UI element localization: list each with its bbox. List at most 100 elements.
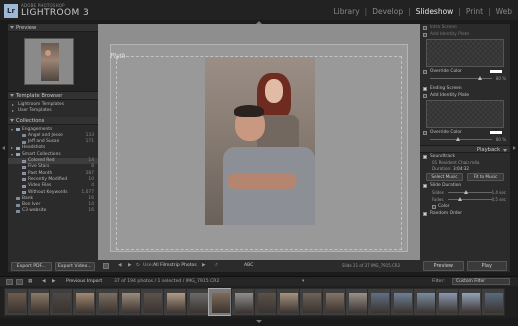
slider-thumb[interactable] <box>458 197 462 201</box>
intro-scale-slider[interactable]: 80 % <box>420 75 510 82</box>
filmstrip-thumbnail[interactable] <box>72 288 97 316</box>
primary-window-icon[interactable] <box>6 278 13 285</box>
module-slideshow[interactable]: Slideshow <box>416 7 454 16</box>
bottom-panel-toggle[interactable] <box>0 318 518 326</box>
next-slide-icon[interactable]: ▶ <box>128 263 132 268</box>
play-button[interactable]: Play <box>466 261 507 271</box>
playback-panel-header[interactable]: Playback <box>420 145 510 153</box>
intro-override-color-option[interactable]: Override Color <box>420 68 510 75</box>
filmstrip-thumbnail[interactable] <box>344 288 369 316</box>
back-arrow-icon[interactable]: ◀ <box>42 279 46 284</box>
checkbox[interactable] <box>423 154 427 159</box>
forward-arrow-icon[interactable]: ▶ <box>52 279 56 284</box>
previous-slide-icon[interactable]: ◀ <box>118 263 122 268</box>
filmstrip-thumbnail[interactable] <box>4 288 28 316</box>
checkbox[interactable] <box>423 130 427 135</box>
stop-icon[interactable] <box>103 263 109 269</box>
fit-to-music-button[interactable]: Fit to Music <box>467 173 504 181</box>
secondary-window-icon[interactable] <box>16 278 23 285</box>
slide-photo[interactable] <box>205 57 315 225</box>
intro-identity-plate-preview[interactable] <box>426 39 504 67</box>
slider-thumb[interactable] <box>456 137 460 141</box>
filmstrip-thumbnail[interactable] <box>458 288 482 316</box>
ending-screen-option[interactable]: Ending Screen <box>420 85 510 92</box>
export-pdf-button[interactable]: Export PDF... <box>11 262 52 271</box>
right-panel-toggle-icon[interactable] <box>513 146 516 150</box>
collections-header[interactable]: Collections <box>8 116 98 125</box>
filmstrip-thumbnail[interactable] <box>49 288 74 316</box>
filmstrip-thumbnail[interactable] <box>162 288 187 316</box>
thumbnail-image <box>257 293 276 313</box>
color-swatch[interactable] <box>490 70 502 73</box>
identity-plate[interactable]: Plyth <box>110 53 126 60</box>
filmstrip-thumbnail[interactable] <box>321 288 346 316</box>
intro-identity-plate-option[interactable]: Add Identity Plate <box>420 31 510 38</box>
checkbox[interactable] <box>432 204 436 209</box>
ending-scale-slider[interactable]: 80 % <box>420 136 510 143</box>
add-text-button[interactable]: ABC <box>244 263 253 268</box>
preview-button[interactable]: Preview <box>423 261 464 271</box>
checkbox[interactable] <box>423 69 427 74</box>
fade-color-option[interactable]: Color <box>420 203 510 210</box>
module-develop[interactable]: Develop <box>372 7 403 16</box>
filmstrip-thumbnail[interactable] <box>117 288 142 316</box>
filmstrip-thumbnail[interactable] <box>253 288 278 316</box>
ending-identity-plate-option[interactable]: Add Identity Plate <box>420 92 510 99</box>
checkbox[interactable] <box>423 25 427 30</box>
fades-duration-slider[interactable]: Fades 0.5 sec <box>420 196 510 203</box>
filmstrip-source[interactable]: Previous Import <box>66 279 102 284</box>
use-source-dropdown[interactable]: All Filmstrip Photos <box>153 263 197 268</box>
left-panel-toggle-icon[interactable] <box>2 146 5 150</box>
checkbox[interactable] <box>423 183 427 188</box>
grid-view-icon[interactable]: ▦ <box>28 279 32 284</box>
filmstrip-thumbnail[interactable] <box>299 288 324 316</box>
thumbnail-image <box>484 293 503 313</box>
module-print[interactable]: Print <box>466 7 483 16</box>
filmstrip-thumbnail[interactable] <box>208 288 233 316</box>
filmstrip-thumbnail[interactable] <box>94 288 119 316</box>
chevron-down-icon[interactable]: ▾ <box>302 279 304 284</box>
slide-duration-option[interactable]: Slide Duration <box>420 182 510 189</box>
filmstrip-thumbnail[interactable] <box>231 288 255 316</box>
custom-filter-dropdown[interactable]: Custom Filter <box>452 278 510 285</box>
module-library[interactable]: Library <box>333 7 359 16</box>
filmstrip-thumbnail[interactable] <box>185 288 210 316</box>
slider-thumb[interactable] <box>478 76 482 80</box>
collection-icon <box>22 134 26 138</box>
ending-identity-plate-preview[interactable] <box>426 100 504 128</box>
random-order-option[interactable]: Random Order <box>420 210 510 217</box>
checkbox[interactable] <box>423 32 427 37</box>
smart-collection-icon <box>22 178 26 182</box>
filmstrip-thumbnail[interactable] <box>389 288 414 316</box>
filmstrip-thumbnail[interactable] <box>26 288 51 316</box>
collection-set-icon <box>16 153 20 157</box>
filmstrip-thumbnail[interactable] <box>480 288 505 316</box>
filmstrip-thumbnail[interactable] <box>435 288 460 316</box>
template-folder-user[interactable]: User Templates <box>8 108 98 114</box>
template-browser-header[interactable]: Template Browser <box>8 92 98 100</box>
thumbnail-image <box>30 293 49 313</box>
filter-label: Filter: <box>432 279 445 284</box>
ending-override-color-option[interactable]: Override Color <box>420 129 510 136</box>
slider-thumb[interactable] <box>464 190 468 194</box>
smart-collection-icon <box>22 172 26 176</box>
rotate-text-icon[interactable]: ↺ <box>214 263 218 268</box>
preview-panel-header[interactable]: Preview <box>8 24 98 32</box>
filmstrip-thumbnail[interactable] <box>140 288 165 316</box>
rotate-icon[interactable]: ↻ <box>136 263 140 268</box>
filmstrip-thumbnail[interactable] <box>412 288 437 316</box>
color-swatch[interactable] <box>490 131 502 134</box>
filmstrip-thumbnail[interactable] <box>367 288 392 316</box>
checkbox[interactable] <box>423 93 427 98</box>
play-icon[interactable]: ▶ <box>202 263 206 268</box>
slides-duration-slider[interactable]: Slides 1.4 sec <box>420 189 510 196</box>
module-web[interactable]: Web <box>496 7 512 16</box>
checkbox[interactable] <box>423 86 427 91</box>
collection-item[interactable]: C3 website 16 <box>8 208 98 214</box>
checkbox[interactable] <box>423 211 427 216</box>
export-video-button[interactable]: Export Video... <box>54 262 95 271</box>
soundtrack-option[interactable]: Soundtrack <box>420 153 510 160</box>
intro-screen-option[interactable]: Intro Screen <box>420 24 510 31</box>
filmstrip-thumbnail[interactable] <box>276 288 301 316</box>
select-music-button[interactable]: Select Music <box>426 173 463 181</box>
